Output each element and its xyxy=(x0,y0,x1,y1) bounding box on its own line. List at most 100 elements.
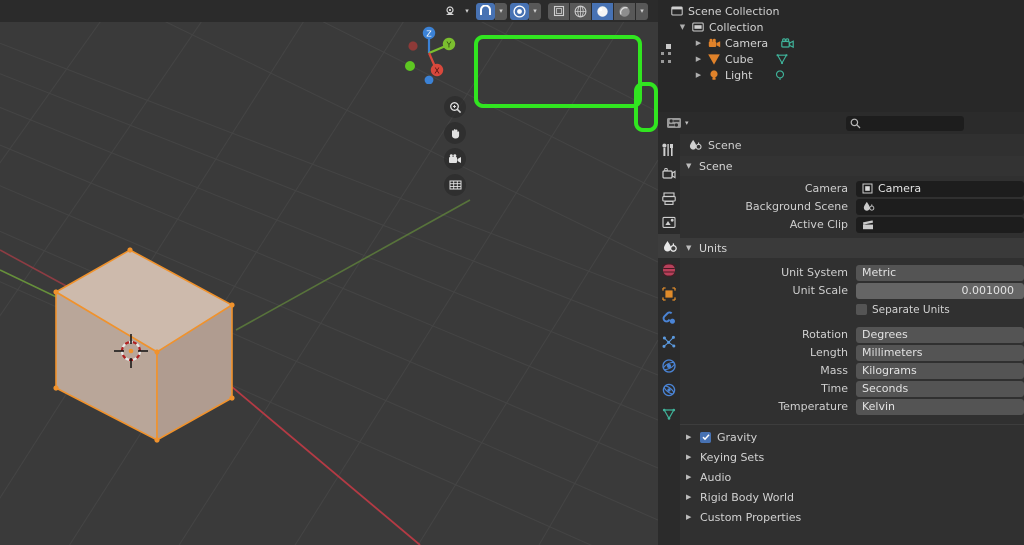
separate-units-checkbox[interactable] xyxy=(856,304,867,315)
render-tab[interactable] xyxy=(658,162,680,186)
custom-properties-section-header[interactable]: ▶ Custom Properties xyxy=(680,507,1024,527)
outliner-row-light[interactable]: ▶ Light xyxy=(658,67,1024,83)
chevron-down-icon[interactable]: ▾ xyxy=(529,2,541,20)
chevron-down-icon[interactable]: ▾ xyxy=(685,119,689,127)
chevron-down-icon[interactable]: ▾ xyxy=(636,2,648,20)
solid-sphere-icon[interactable] xyxy=(570,2,591,20)
separate-units-row[interactable]: Separate Units xyxy=(680,300,1024,319)
keying-sets-section-header[interactable]: ▶ Keying Sets xyxy=(680,447,1024,467)
unit-system-row[interactable]: Unit System Metric xyxy=(680,264,1024,281)
material-preview-icon[interactable] xyxy=(592,2,613,20)
properties-editor[interactable]: ▾ Scene ▼ Scene Camera Camera Background… xyxy=(658,112,1024,545)
audio-section-header[interactable]: ▶ Audio xyxy=(680,467,1024,487)
modifiers-tab[interactable] xyxy=(658,306,680,330)
camera-data-icon xyxy=(862,183,873,194)
scene-camera-row[interactable]: Camera Camera xyxy=(680,180,1024,197)
world-tab[interactable] xyxy=(658,258,680,282)
chevron-down-icon[interactable]: ▾ xyxy=(495,2,507,20)
camera-object-icon xyxy=(707,36,721,50)
scene-collection-icon xyxy=(670,4,684,18)
triangle-right-icon[interactable]: ▶ xyxy=(694,71,703,79)
temperature-label: Temperature xyxy=(778,400,848,413)
scene-section-title: Scene xyxy=(699,159,733,173)
light-data-icon[interactable] xyxy=(773,68,787,82)
unit-system-label: Unit System xyxy=(781,266,848,279)
output-tab[interactable] xyxy=(658,186,680,210)
gravity-section-header[interactable]: ▶ Gravity xyxy=(680,427,1024,447)
navigation-gizmo[interactable]: Z Y X xyxy=(398,22,460,84)
scene-camera-field[interactable]: Camera xyxy=(856,180,1024,197)
gravity-checkbox[interactable] xyxy=(700,431,711,443)
active-clip-row[interactable]: Active Clip xyxy=(680,216,1024,233)
breadcrumb-label: Scene xyxy=(708,138,742,152)
triangle-right-icon[interactable]: ▶ xyxy=(694,55,703,63)
unit-scale-field[interactable]: 0.001000 xyxy=(856,282,1024,299)
tool-tab[interactable] xyxy=(658,138,680,162)
triangle-down-icon[interactable]: ▼ xyxy=(678,23,687,31)
outliner-editor[interactable]: Scene Collection ▼ Collection ▶ Camera ▶… xyxy=(658,0,1024,112)
scene-section-header[interactable]: ▼ Scene xyxy=(680,156,1024,176)
physics-tab[interactable] xyxy=(658,354,680,378)
length-row[interactable]: Length Millimeters xyxy=(680,344,1024,361)
mass-label: Mass xyxy=(820,364,848,377)
viewport-nav-buttons[interactable] xyxy=(444,96,466,196)
camera-data-icon[interactable] xyxy=(780,36,794,50)
temperature-dropdown[interactable]: Kelvin xyxy=(856,398,1024,415)
unit-system-dropdown[interactable]: Metric xyxy=(856,264,1024,281)
rendered-icon[interactable] xyxy=(614,2,635,20)
mass-dropdown[interactable]: Kilograms xyxy=(856,362,1024,379)
zoom-icon[interactable] xyxy=(444,96,466,118)
unit-scale-row[interactable]: Unit Scale 0.001000 xyxy=(680,282,1024,299)
visibility-dropdown[interactable]: ▾ xyxy=(442,3,473,20)
particles-tab[interactable] xyxy=(658,330,680,354)
outliner-row-scene-collection[interactable]: Scene Collection xyxy=(658,3,1024,19)
rotation-row[interactable]: Rotation Degrees xyxy=(680,326,1024,343)
length-dropdown[interactable]: Millimeters xyxy=(856,344,1024,361)
editor-type-dropdown[interactable]: ▾ xyxy=(666,116,689,130)
triangle-right-icon[interactable]: ▶ xyxy=(694,39,703,47)
time-row[interactable]: Time Seconds xyxy=(680,380,1024,397)
outliner-row-camera[interactable]: ▶ Camera xyxy=(658,35,1024,51)
viewport-grid xyxy=(0,0,658,545)
rotation-dropdown[interactable]: Degrees xyxy=(856,326,1024,343)
custom-properties-label: Custom Properties xyxy=(700,510,802,524)
constraints-tab[interactable] xyxy=(658,378,680,402)
wireframe-icon[interactable] xyxy=(548,2,569,20)
mesh-data-icon[interactable] xyxy=(775,52,789,66)
triangle-down-icon: ▼ xyxy=(686,162,692,170)
snap-magnet-icon[interactable] xyxy=(476,2,495,20)
outliner-label: Cube xyxy=(725,52,754,66)
time-dropdown[interactable]: Seconds xyxy=(856,380,1024,397)
3d-viewport[interactable]: ▾ ▾ ▾ ▾ Z Y X xyxy=(0,0,658,545)
view-layer-tab[interactable] xyxy=(658,210,680,234)
triangle-right-icon: ▶ xyxy=(686,493,692,501)
gravity-label: Gravity xyxy=(717,430,758,444)
units-section-header[interactable]: ▼ Units xyxy=(680,238,1024,258)
object-data-tab[interactable] xyxy=(658,402,680,426)
temperature-row[interactable]: Temperature Kelvin xyxy=(680,398,1024,415)
scene-tab[interactable] xyxy=(658,234,680,258)
properties-header[interactable]: ▾ xyxy=(658,112,1024,134)
mass-row[interactable]: Mass Kilograms xyxy=(680,362,1024,379)
proportional-edit-icon[interactable] xyxy=(510,2,529,20)
snap-toggle[interactable]: ▾ xyxy=(476,2,507,20)
breadcrumb[interactable]: Scene xyxy=(680,134,1024,156)
chevron-down-icon[interactable]: ▾ xyxy=(461,3,473,20)
properties-search-input[interactable] xyxy=(846,116,964,131)
active-clip-field[interactable] xyxy=(856,216,1024,233)
rigid-body-world-section-header[interactable]: ▶ Rigid Body World xyxy=(680,487,1024,507)
mesh-object-icon xyxy=(707,52,721,66)
background-scene-field[interactable] xyxy=(856,198,1024,215)
background-scene-row[interactable]: Background Scene xyxy=(680,198,1024,215)
object-tab[interactable] xyxy=(658,282,680,306)
pan-hand-icon[interactable] xyxy=(444,122,466,144)
camera-view-icon[interactable] xyxy=(444,148,466,170)
outliner-row-collection[interactable]: ▼ Collection xyxy=(658,19,1024,35)
ortho-persp-toggle-icon[interactable] xyxy=(444,174,466,196)
outliner-row-cube[interactable]: ▶ Cube xyxy=(658,51,1024,67)
proportional-edit-toggle[interactable]: ▾ xyxy=(510,2,541,20)
shading-mode-group[interactable]: ▾ xyxy=(548,2,648,20)
properties-tab-strip[interactable] xyxy=(658,134,680,545)
eye-dropdown-icon[interactable] xyxy=(442,3,461,20)
viewport-header[interactable]: ▾ ▾ ▾ ▾ xyxy=(0,0,658,22)
